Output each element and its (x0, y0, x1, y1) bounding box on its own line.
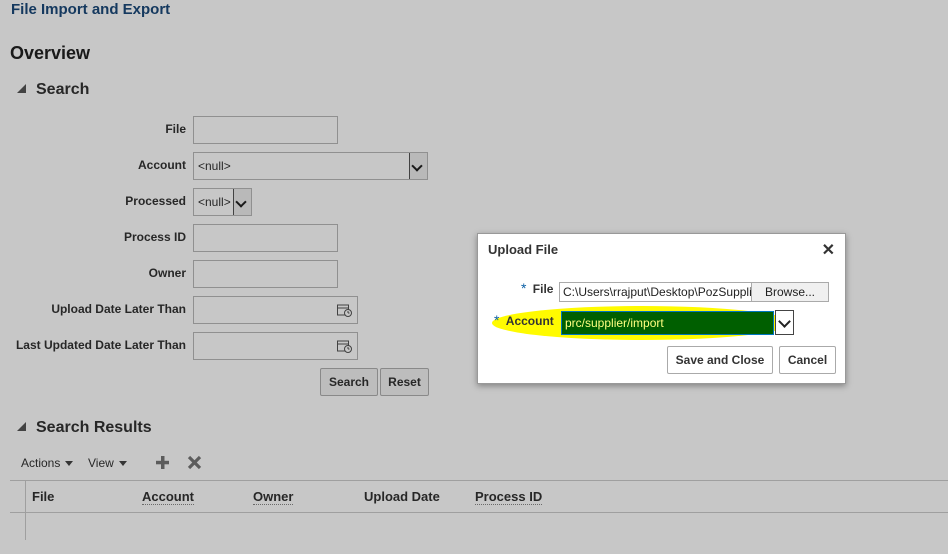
file-path-input[interactable]: C:\Users\rrajput\Desktop\PozSuppli (559, 282, 752, 302)
required-marker: * (494, 312, 500, 328)
account-label-text: Account (505, 314, 554, 328)
account-select-value: prc/supplier/import (565, 316, 664, 330)
file-field-label: * File (521, 280, 553, 296)
browse-button[interactable]: Browse... (751, 282, 829, 302)
file-label-text: File (532, 282, 554, 296)
chevron-down-icon[interactable] (775, 310, 794, 335)
cancel-button[interactable]: Cancel (779, 346, 836, 374)
upload-file-dialog: Upload File ✕ * File C:\Users\rrajput\De… (477, 233, 846, 384)
save-and-close-button[interactable]: Save and Close (667, 346, 773, 374)
required-marker: * (521, 280, 527, 296)
account-select[interactable]: prc/supplier/import (561, 311, 774, 335)
dialog-title: Upload File (488, 242, 559, 257)
account-field-label: * Account (494, 312, 554, 328)
close-icon[interactable]: ✕ (822, 240, 835, 260)
